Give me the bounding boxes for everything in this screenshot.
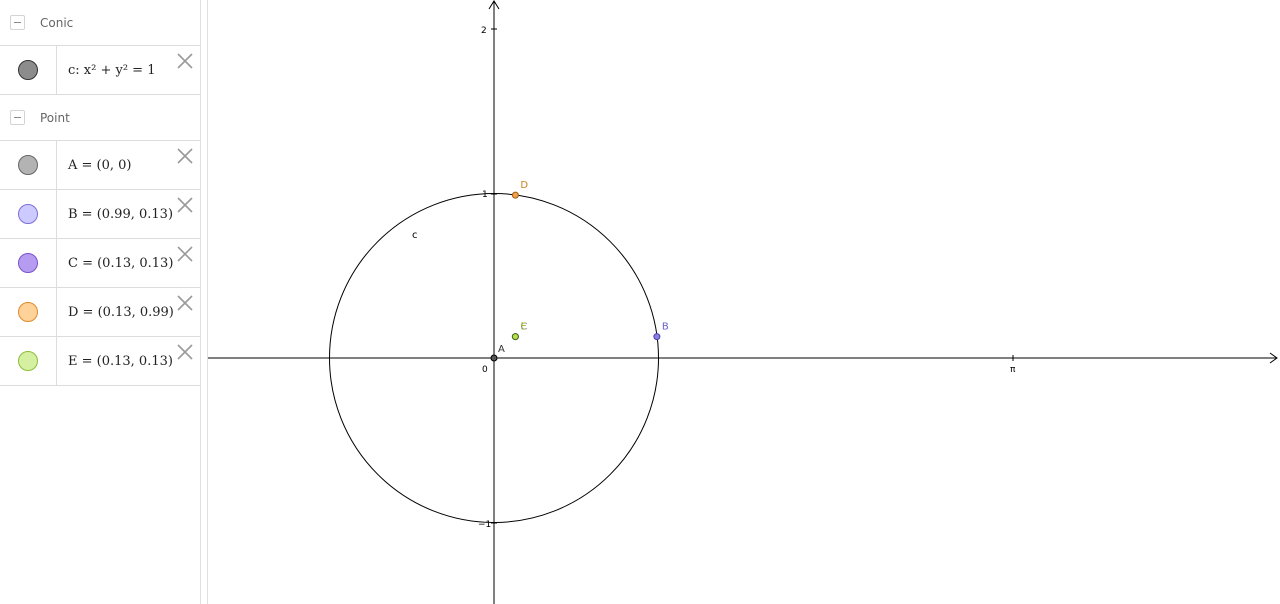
point-label-b: B: [662, 322, 669, 333]
algebra-item-b[interactable]: B = (0.99, 0.13): [0, 190, 200, 239]
x-tick-label-pi: π: [1010, 365, 1016, 375]
point-label-d: D: [520, 180, 528, 191]
collapse-conic-button[interactable]: [10, 15, 25, 30]
delete-icon[interactable]: [176, 52, 194, 70]
algebra-view: Conic c: x² + y² = 1 Point A = (0, 0) B …: [0, 0, 200, 604]
point-e[interactable]: [511, 333, 519, 341]
group-header-conic: Conic: [0, 0, 200, 46]
geogebra-app: Conic c: x² + y² = 1 Point A = (0, 0) B …: [0, 0, 1280, 604]
graphics-canvas[interactable]: 2 1 −1 0 π c ABCDE: [208, 0, 1280, 604]
delete-icon[interactable]: [176, 196, 194, 214]
visibility-toggle-c-point[interactable]: [18, 253, 38, 273]
delete-icon[interactable]: [176, 147, 194, 165]
point-a[interactable]: [490, 354, 498, 362]
algebra-item-c[interactable]: c: x² + y² = 1: [0, 46, 200, 95]
point-b[interactable]: [653, 333, 661, 341]
conic-label-c: c: [412, 230, 418, 241]
marble-cell: [0, 141, 57, 189]
point-d[interactable]: [511, 191, 519, 199]
delete-icon[interactable]: [176, 294, 194, 312]
view-divider[interactable]: [200, 0, 208, 604]
marble-cell: [0, 46, 57, 94]
x-tick-label-0: 0: [482, 365, 488, 375]
algebra-item-e[interactable]: E = (0.13, 0.13): [0, 337, 200, 386]
group-label-conic: Conic: [40, 15, 74, 30]
point-label-e: E: [520, 322, 526, 333]
delete-icon[interactable]: [176, 245, 194, 263]
visibility-toggle-d[interactable]: [18, 302, 38, 322]
delete-icon[interactable]: [176, 343, 194, 361]
group-header-point: Point: [0, 95, 200, 141]
marble-cell: [0, 337, 57, 385]
y-tick-label-1: 1: [482, 190, 488, 200]
visibility-toggle-a[interactable]: [18, 155, 38, 175]
y-tick-label-2: 2: [481, 26, 487, 36]
marble-cell: [0, 190, 57, 238]
graphics-view[interactable]: 2 1 −1 0 π c ABCDE: [208, 0, 1280, 604]
point-label-a: A: [498, 344, 505, 355]
marble-cell: [0, 239, 57, 287]
collapse-point-button[interactable]: [10, 110, 25, 125]
visibility-toggle-c[interactable]: [18, 60, 38, 80]
points-layer: ABCDE: [490, 180, 669, 362]
algebra-item-c-point[interactable]: C = (0.13, 0.13): [0, 239, 200, 288]
visibility-toggle-e[interactable]: [18, 351, 38, 371]
algebra-item-a[interactable]: A = (0, 0): [0, 141, 200, 190]
visibility-toggle-b[interactable]: [18, 204, 38, 224]
group-label-point: Point: [40, 110, 70, 125]
marble-cell: [0, 288, 57, 336]
algebra-item-d[interactable]: D = (0.13, 0.99): [0, 288, 200, 337]
